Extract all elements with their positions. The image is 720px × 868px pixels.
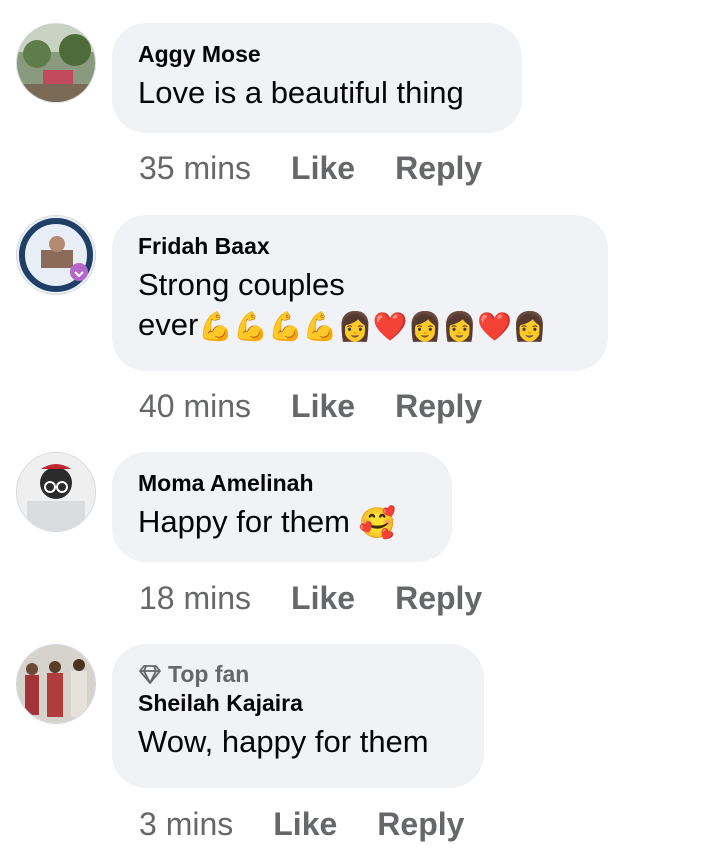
reply-button[interactable]: Reply bbox=[395, 578, 482, 618]
comment-bubble: Fridah Baax Strong couples ever💪💪💪💪👩❤️👩👩… bbox=[112, 215, 608, 371]
avatar[interactable] bbox=[16, 644, 96, 724]
like-button[interactable]: Like bbox=[291, 148, 355, 188]
commenter-name[interactable]: Sheilah Kajaira bbox=[138, 688, 456, 718]
comment-actions: 18 mins Like Reply bbox=[139, 578, 482, 618]
comment-bubble: Aggy Mose Love is a beautiful thing bbox=[112, 23, 522, 133]
comment-text: Happy for them bbox=[138, 504, 350, 539]
commenter-name[interactable]: Moma Amelinah bbox=[138, 468, 424, 498]
reply-button[interactable]: Reply bbox=[395, 386, 482, 426]
comment-time[interactable]: 40 mins bbox=[139, 386, 251, 426]
comment-time[interactable]: 35 mins bbox=[139, 148, 251, 188]
comment-actions: 3 mins Like Reply bbox=[139, 804, 464, 844]
avatar[interactable] bbox=[16, 215, 96, 295]
emoji-sequence: 💪💪💪💪👩❤️👩👩❤️👩 bbox=[198, 310, 547, 342]
comment-text-line2-wrap: ever💪💪💪💪👩❤️👩👩❤️👩 bbox=[138, 305, 580, 347]
comment-text: Love is a beautiful thing bbox=[138, 75, 464, 110]
top-fan-badge: Top fan bbox=[138, 660, 456, 688]
reply-button[interactable]: Reply bbox=[377, 804, 464, 844]
diamond-icon bbox=[139, 665, 161, 684]
reply-button[interactable]: Reply bbox=[395, 148, 482, 188]
comment-text-wrap: Happy for them 🥰 bbox=[138, 502, 424, 544]
like-button[interactable]: Like bbox=[273, 804, 337, 844]
comment-time[interactable]: 18 mins bbox=[139, 578, 251, 618]
smiling-face-with-hearts-emoji: 🥰 bbox=[358, 506, 396, 540]
comment-bubble: Top fan Sheilah Kajaira Wow, happy for t… bbox=[112, 644, 484, 788]
like-button[interactable]: Like bbox=[291, 386, 355, 426]
like-button[interactable]: Like bbox=[291, 578, 355, 618]
avatar[interactable] bbox=[16, 23, 96, 103]
avatar[interactable] bbox=[16, 452, 96, 532]
comment-bubble: Moma Amelinah Happy for them 🥰 bbox=[112, 452, 452, 562]
comment-text: Wow, happy for them bbox=[138, 724, 429, 759]
commenter-name[interactable]: Fridah Baax bbox=[138, 231, 580, 261]
comment-actions: 35 mins Like Reply bbox=[139, 148, 482, 188]
top-fan-label: Top fan bbox=[168, 661, 250, 687]
comment-actions: 40 mins Like Reply bbox=[139, 386, 482, 426]
commenter-name[interactable]: Aggy Mose bbox=[138, 39, 494, 69]
comment-time[interactable]: 3 mins bbox=[139, 804, 233, 844]
comment-text-line1: Strong couples bbox=[138, 267, 345, 302]
comment-text-line2: ever bbox=[138, 307, 199, 342]
